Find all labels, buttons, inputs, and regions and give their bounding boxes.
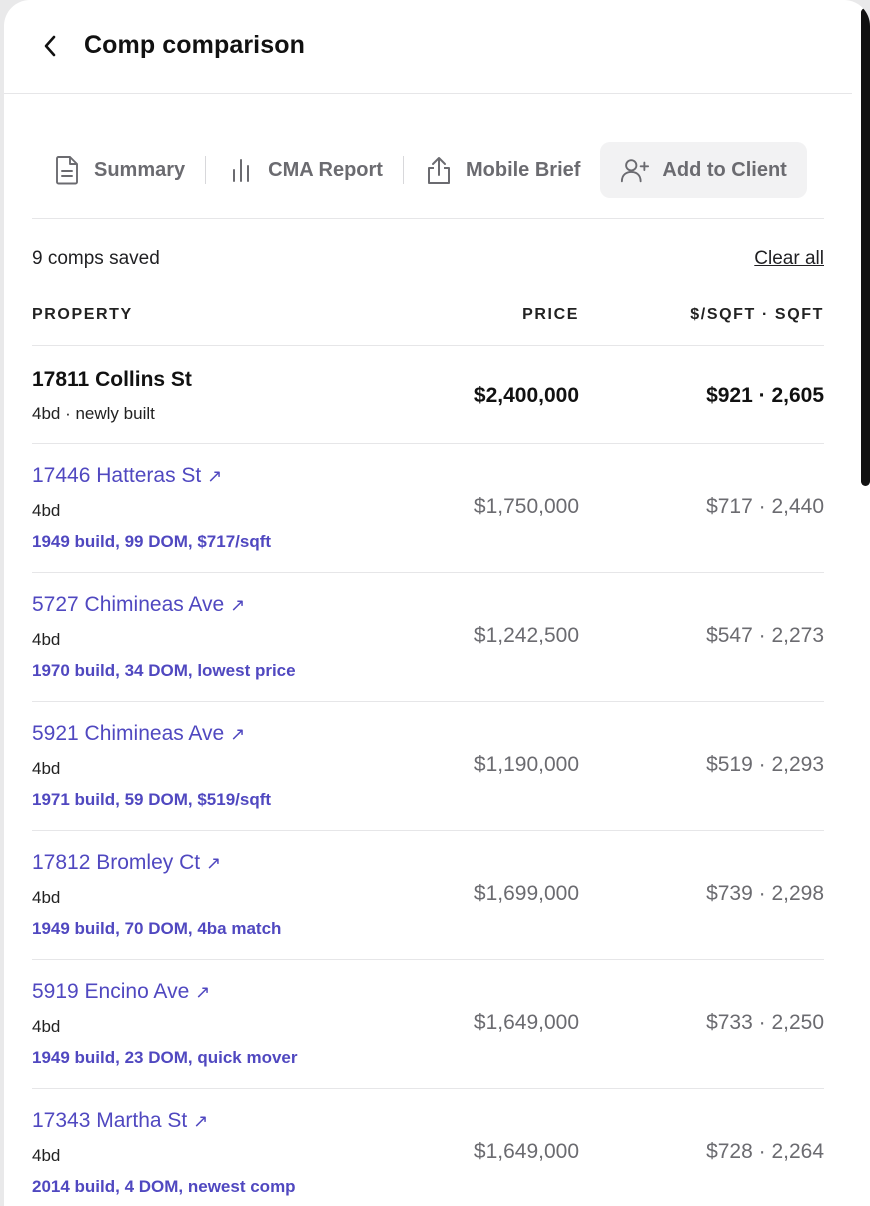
page-title: Comp comparison [84, 31, 305, 59]
external-link-icon: ↗ [230, 724, 246, 744]
tab-cma-report[interactable]: CMA Report [206, 142, 403, 198]
document-icon [52, 155, 82, 185]
comp-price: $1,190,000 [473, 753, 579, 776]
comp-beds: 4bd [32, 888, 61, 907]
comp-address-link[interactable]: 17343 Martha St ↗ [32, 1109, 208, 1133]
comp-address-link[interactable]: 17812 Bromley Ct ↗ [32, 851, 221, 875]
comp-row: 17446 Hatteras St ↗ 4bd 1949 build, 99 DO… [32, 443, 824, 572]
comp-row: 5727 Chimineas Ave ↗ 4bd 1970 build, 34 D… [32, 572, 824, 701]
comps-table: 17811 Collins St 4bd · newly built $2,40… [32, 345, 824, 1206]
comp-address: 5921 Chimineas Ave [32, 722, 225, 745]
comp-address: 17343 Martha St [32, 1109, 188, 1132]
comp-row: 17812 Bromley Ct ↗ 4bd 1949 build, 70 DOM… [32, 830, 824, 959]
comp-price: $1,242,500 [473, 624, 579, 647]
comp-address-link[interactable]: 5727 Chimineas Ave ↗ [32, 593, 245, 617]
scrollbar[interactable] [861, 8, 870, 486]
external-link-icon: ↗ [230, 595, 246, 615]
comp-address: 17446 Hatteras St [32, 464, 202, 487]
comp-address-link[interactable]: 5921 Chimineas Ave ↗ [32, 722, 245, 746]
tab-add-to-client-label: Add to Client [662, 158, 787, 181]
comp-ppsf-sqft: $547 · 2,273 [706, 624, 824, 647]
comp-ppsf-sqft: $519 · 2,293 [706, 753, 824, 776]
comp-address-link[interactable]: 17446 Hatteras St ↗ [32, 464, 222, 488]
action-tabs: Summary CMA Report Mobile Brief Add to C… [32, 142, 838, 198]
comp-note: 1949 build, 23 DOM, quick mover [32, 1048, 298, 1067]
comp-address: 5727 Chimineas Ave [32, 593, 225, 616]
comp-price: $1,649,000 [473, 1011, 579, 1034]
comp-price: $1,649,000 [473, 1140, 579, 1163]
subject-address: 17811 Collins St [32, 368, 192, 391]
comp-note: 1970 build, 34 DOM, lowest price [32, 661, 296, 680]
share-icon [424, 155, 454, 185]
comp-beds: 4bd [32, 1017, 61, 1036]
divider [32, 218, 824, 219]
comp-ppsf-sqft: $733 · 2,250 [706, 1011, 824, 1034]
comp-comparison-panel: Comp comparison Summary CMA Report Mobil… [4, 0, 870, 1206]
subject-details: 4bd · newly built [32, 404, 155, 423]
comp-address: 17812 Bromley Ct [32, 851, 201, 874]
tab-summary-label: Summary [94, 158, 186, 181]
comp-ppsf-sqft: $728 · 2,264 [706, 1140, 824, 1163]
comp-note: 1949 build, 70 DOM, 4ba match [32, 919, 282, 938]
bar-chart-icon [226, 155, 256, 185]
clear-all-link[interactable]: Clear all [754, 248, 824, 270]
comp-ppsf-sqft: $739 · 2,298 [706, 882, 824, 905]
comp-beds: 4bd [32, 501, 61, 520]
external-link-icon: ↗ [195, 982, 211, 1002]
tab-mobile-brief-label: Mobile Brief [465, 158, 581, 181]
subject-property-row: 17811 Collins St 4bd · newly built $2,40… [32, 345, 824, 443]
comp-beds: 4bd [32, 630, 61, 649]
subject-price: $2,400,000 [473, 384, 579, 407]
tab-cma-report-label: CMA Report [268, 158, 383, 181]
comp-note: 1949 build, 99 DOM, $717/sqft [32, 532, 272, 551]
comp-beds: 4bd [32, 1146, 61, 1165]
comp-note: 1971 build, 59 DOM, $519/sqft [32, 790, 272, 809]
column-header-price: PRICE [522, 306, 579, 323]
comp-address: 5919 Encino Ave [32, 980, 190, 1003]
comp-price: $1,750,000 [473, 495, 579, 518]
external-link-icon: ↗ [207, 466, 223, 486]
tab-add-to-client[interactable]: Add to Client [600, 142, 807, 198]
column-header-ppsf: $/SQFT · SQFT [690, 306, 824, 323]
chevron-left-icon [44, 35, 56, 57]
tab-mobile-brief[interactable]: Mobile Brief [404, 142, 600, 198]
comp-note: 2014 build, 4 DOM, newest comp [32, 1177, 296, 1196]
subject-ppsf-sqft: $921 · 2,605 [706, 384, 824, 407]
comp-row: 17343 Martha St ↗ 4bd 2014 build, 4 DOM, … [32, 1088, 824, 1206]
comp-price: $1,699,000 [473, 882, 579, 905]
comp-ppsf-sqft: $717 · 2,440 [706, 495, 824, 518]
comp-address-link[interactable]: 5919 Encino Ave ↗ [32, 980, 210, 1004]
external-link-icon: ↗ [193, 1111, 209, 1131]
comp-beds: 4bd [32, 759, 61, 778]
external-link-icon: ↗ [206, 853, 222, 873]
tab-summary[interactable]: Summary [32, 142, 205, 198]
header: Comp comparison [4, 0, 852, 94]
comp-row: 5921 Chimineas Ave ↗ 4bd 1971 build, 59 D… [32, 701, 824, 830]
comp-row: 5919 Encino Ave ↗ 4bd 1949 build, 23 DOM,… [32, 959, 824, 1088]
add-user-icon [620, 155, 650, 185]
column-header-property: PROPERTY [32, 306, 133, 323]
back-button[interactable] [38, 34, 62, 58]
comps-count: 9 comps saved [32, 248, 160, 269]
